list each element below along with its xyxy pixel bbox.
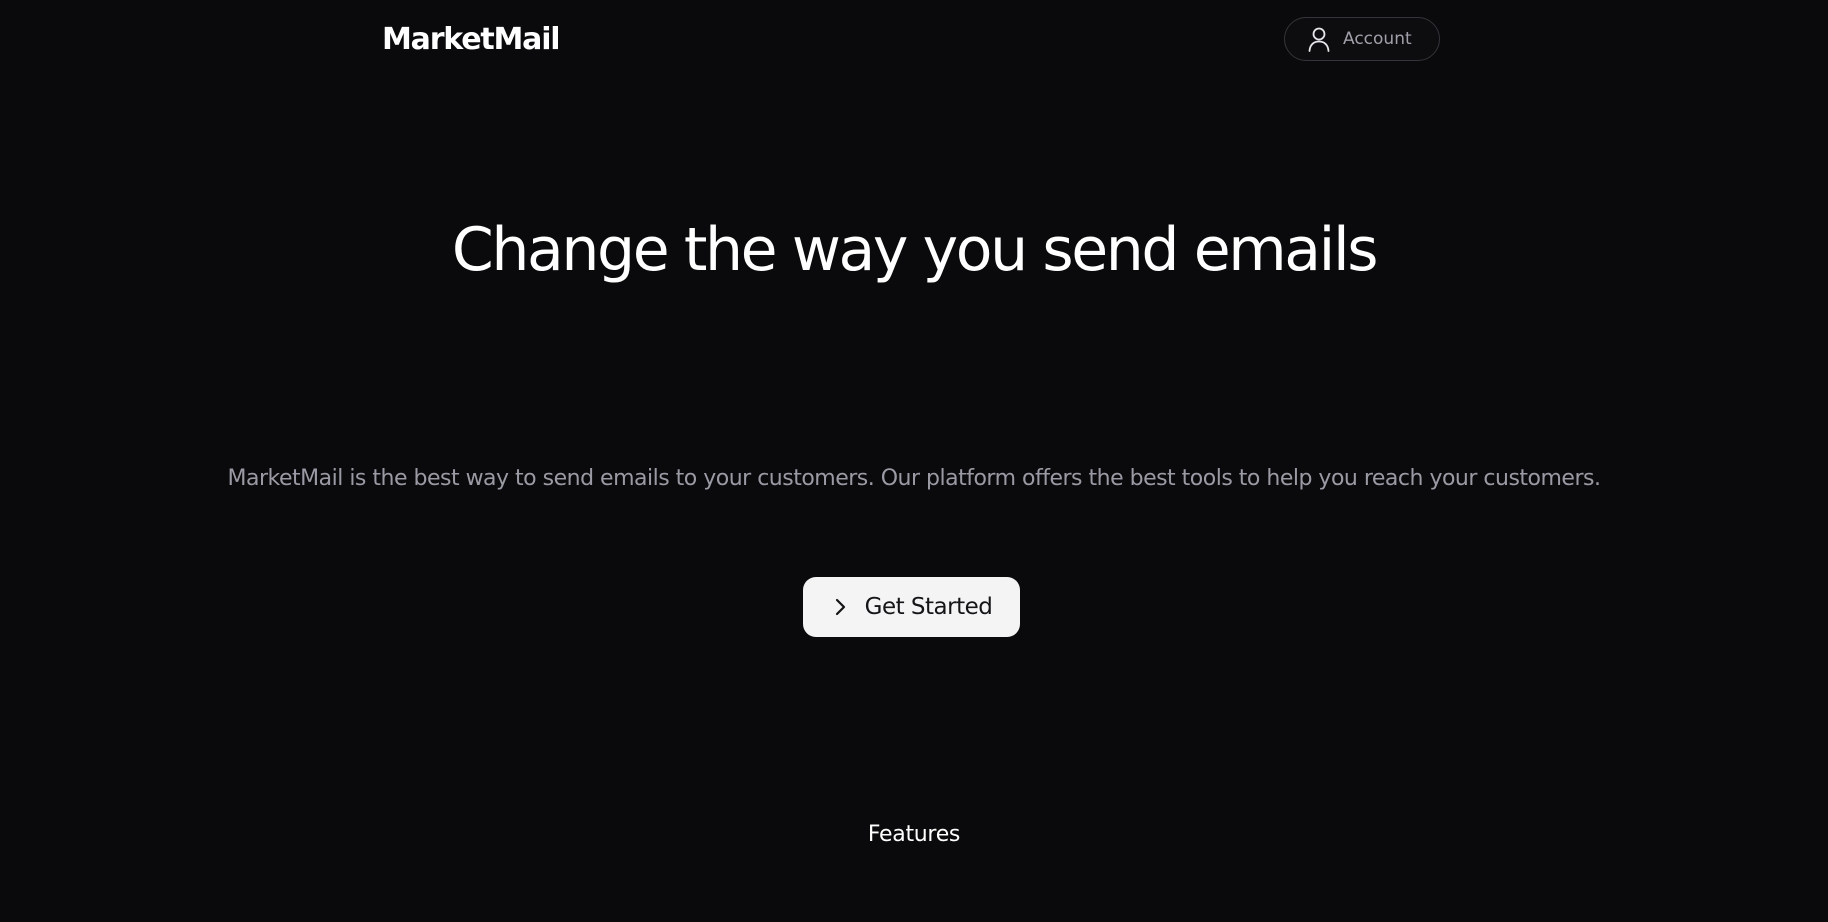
features-section-heading: Features xyxy=(0,820,1828,851)
hero-title: Change the way you send emails xyxy=(451,215,1379,285)
features-link[interactable]: Features xyxy=(868,822,961,847)
user-icon xyxy=(1308,27,1330,52)
chevron-right-icon xyxy=(835,598,845,616)
brand-logo[interactable]: MarketMail xyxy=(382,18,561,62)
account-label: Account xyxy=(1343,29,1412,49)
get-started-label: Get Started xyxy=(864,594,993,620)
landing-page: MarketMail Account Change the way you se… xyxy=(0,0,1828,922)
account-button[interactable]: Account xyxy=(1284,17,1440,61)
get-started-button[interactable]: Get Started xyxy=(803,577,1020,637)
hero-subtitle: MarketMail is the best way to send email… xyxy=(227,466,1601,491)
